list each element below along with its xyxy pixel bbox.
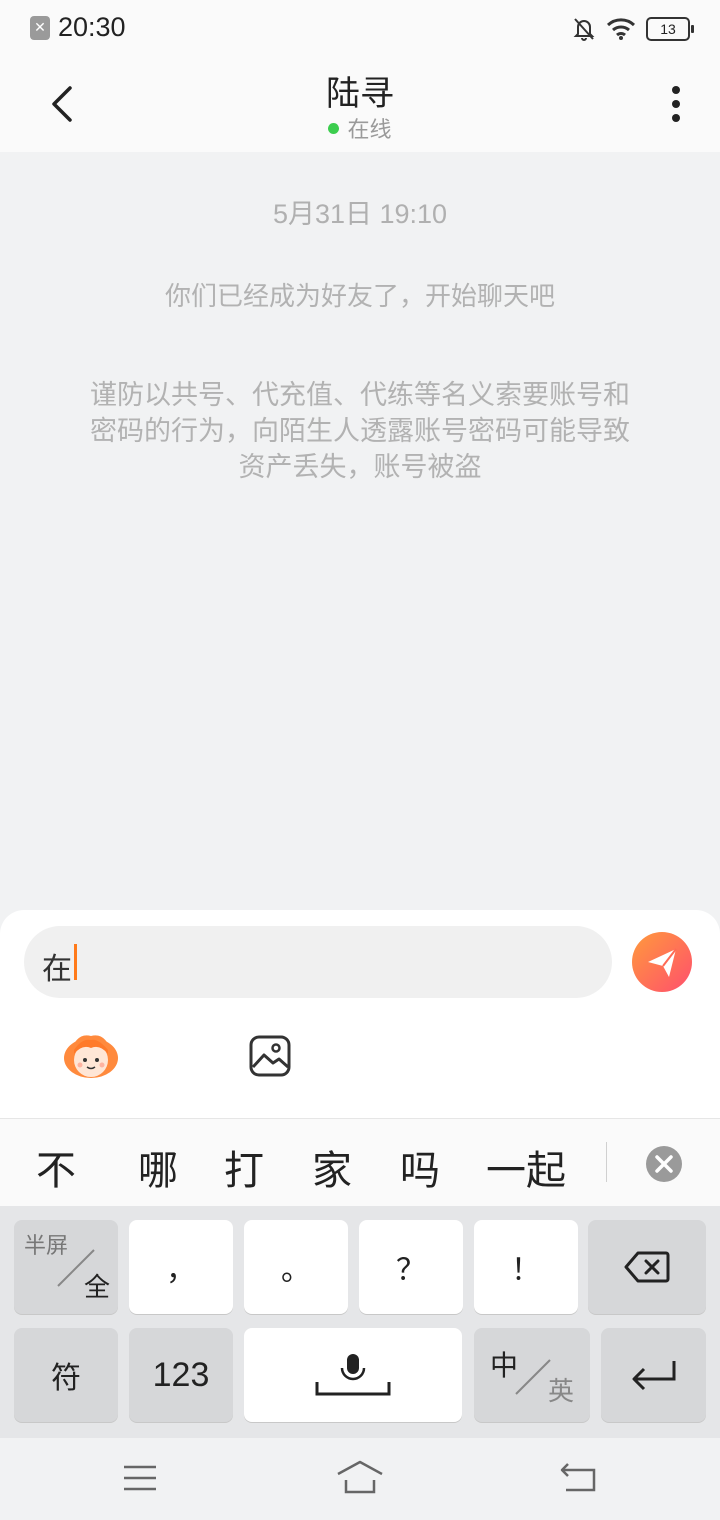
candidate-word[interactable]: 家 [312,1138,352,1196]
language-switch-key[interactable]: 中 英 [474,1328,590,1422]
warning-line: 密码的行为，向陌生人透露账号密码可能导致 [90,416,630,447]
menu-icon[interactable] [122,1464,158,1492]
enter-key[interactable] [601,1328,706,1422]
exclamation-key[interactable]: ！ [474,1220,578,1314]
bell-muted-icon [573,18,595,41]
numbers-key[interactable]: 123 [129,1328,233,1422]
ime-candidate-bar [0,1118,720,1207]
symbols-key[interactable]: 符 [14,1328,118,1422]
security-warning: 谨防以共号、代充值、代练等名义索要账号和 密码的行为，向陌生人透露账号密码可能导… [50,378,670,486]
wifi-icon [606,18,636,40]
battery-icon: 13 [646,17,694,41]
send-button[interactable] [632,932,692,992]
paper-plane-icon [648,948,677,977]
enter-arrow-icon [632,1361,675,1391]
warning-line: 资产丢失，账号被盗 [238,452,482,483]
status-time: 20:30 [58,12,126,42]
sticker-icon[interactable] [62,1030,120,1082]
backspace-icon [624,1251,670,1283]
full-screen-label: 全 [83,1273,110,1303]
message-input[interactable] [24,926,612,998]
back-nav-icon[interactable] [560,1462,598,1492]
notification-icon: ✕ [30,16,50,40]
close-icon [655,1155,673,1173]
half-full-screen-key[interactable]: 半屏 全 [14,1220,118,1314]
question-key[interactable]: ？ [359,1220,463,1314]
comma-key[interactable]: ， [129,1220,233,1314]
friend-added-notice: 你们已经成为好友了，开始聊天吧 [164,282,555,312]
candidate-word[interactable]: 不 [36,1138,76,1196]
battery-level: 13 [660,21,676,37]
message-timestamp: 5月31日 19:10 [272,199,448,229]
backspace-key[interactable] [588,1220,706,1314]
candidate-word[interactable]: 哪 [138,1138,178,1196]
online-dot-icon [328,122,340,134]
period-key[interactable]: 。 [244,1220,348,1314]
online-status: 在线 [0,112,720,144]
candidate-word[interactable]: 吗 [400,1138,440,1196]
candidate-word[interactable]: 打 [224,1138,264,1196]
keyboard: 半屏 全 ， 。 ？ ！ 符 123 中 英 [0,1206,720,1438]
message-input-text: 在 [42,952,72,987]
home-icon[interactable] [336,1460,384,1494]
candidate-divider [606,1142,607,1182]
close-candidates-button[interactable] [646,1146,682,1182]
space-voice-key[interactable] [244,1328,462,1422]
english-label: 英 [547,1377,574,1407]
more-options-icon[interactable] [662,82,690,126]
chat-area [0,152,720,912]
candidate-word[interactable]: 一起 [486,1138,566,1196]
system-nav-bar [0,1438,720,1520]
warning-line: 谨防以共号、代充值、代练等名义索要账号和 [90,380,630,411]
chat-title: 陆寻 [326,74,394,114]
online-status-text: 在线 [347,118,392,143]
microphone-icon [315,1354,391,1396]
text-caret [74,944,77,980]
status-icons: 13 [572,14,694,44]
image-picker-icon[interactable] [248,1034,292,1078]
